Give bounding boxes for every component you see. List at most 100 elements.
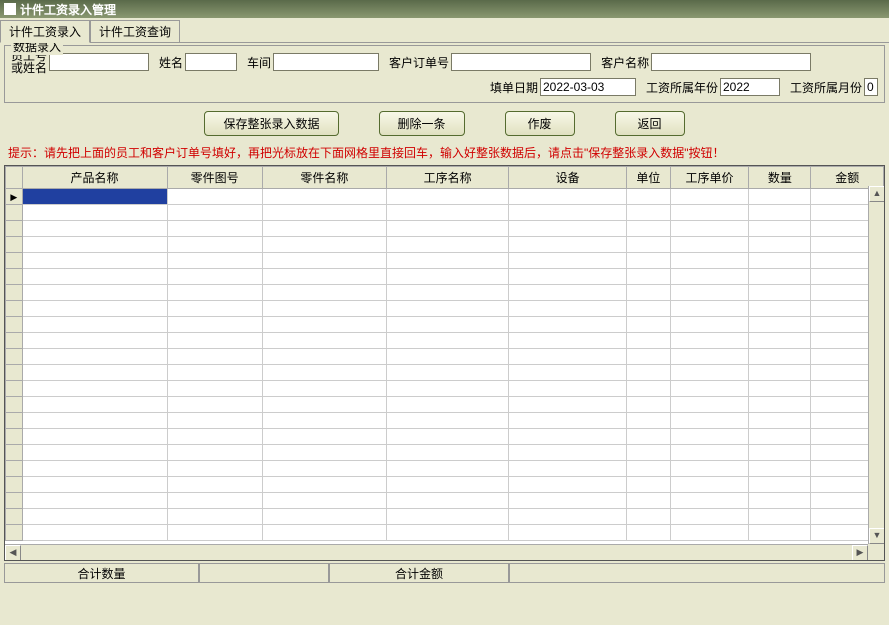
grid-cell[interactable] <box>670 493 749 509</box>
grid-cell[interactable] <box>627 253 670 269</box>
table-row[interactable] <box>6 445 884 461</box>
grid-cell[interactable] <box>22 221 167 237</box>
grid-cell[interactable] <box>749 397 811 413</box>
row-header[interactable] <box>6 205 23 221</box>
grid-cell[interactable] <box>627 269 670 285</box>
grid-cell[interactable] <box>262 301 386 317</box>
grid-cell[interactable] <box>627 461 670 477</box>
row-header[interactable] <box>6 493 23 509</box>
column-header[interactable]: 单位 <box>627 167 670 189</box>
grid-cell[interactable] <box>22 525 167 541</box>
grid-cell[interactable] <box>22 429 167 445</box>
grid-cell[interactable] <box>749 205 811 221</box>
grid-cell[interactable] <box>22 205 167 221</box>
grid-cell[interactable] <box>386 445 508 461</box>
grid-cell[interactable] <box>167 445 262 461</box>
grid-cell[interactable] <box>167 413 262 429</box>
column-header[interactable]: 工序单价 <box>670 167 749 189</box>
grid-cell[interactable] <box>509 429 627 445</box>
grid-cell[interactable] <box>262 381 386 397</box>
void-button[interactable]: 作废 <box>505 111 575 136</box>
table-row[interactable] <box>6 349 884 365</box>
grid-cell[interactable] <box>262 509 386 525</box>
grid-cell[interactable] <box>167 301 262 317</box>
row-header[interactable] <box>6 445 23 461</box>
scrollbar-vertical[interactable]: ▲ ▼ <box>868 186 884 544</box>
grid-cell[interactable] <box>509 349 627 365</box>
grid-cell[interactable] <box>749 525 811 541</box>
emp-input[interactable] <box>49 53 149 71</box>
grid-cell[interactable] <box>22 509 167 525</box>
grid-cell[interactable] <box>262 397 386 413</box>
grid-cell[interactable] <box>749 189 811 205</box>
column-header[interactable]: 零件名称 <box>262 167 386 189</box>
grid-cell[interactable] <box>167 205 262 221</box>
grid-cell[interactable] <box>262 317 386 333</box>
grid-cell[interactable] <box>167 333 262 349</box>
grid-cell[interactable] <box>749 285 811 301</box>
grid-cell[interactable] <box>509 461 627 477</box>
grid-cell[interactable] <box>262 365 386 381</box>
grid-cell[interactable] <box>386 493 508 509</box>
date-input[interactable] <box>540 78 636 96</box>
grid-cell[interactable] <box>670 301 749 317</box>
grid-cell[interactable] <box>167 317 262 333</box>
customer-input[interactable] <box>651 53 811 71</box>
grid-cell[interactable] <box>386 349 508 365</box>
grid-cell[interactable] <box>509 477 627 493</box>
grid-cell[interactable] <box>749 477 811 493</box>
grid-cell[interactable] <box>627 413 670 429</box>
grid-cell[interactable] <box>22 461 167 477</box>
scrollbar-horizontal[interactable]: ◀ ▶ <box>5 544 868 560</box>
scroll-left-icon[interactable]: ◀ <box>5 545 21 561</box>
row-header[interactable] <box>6 333 23 349</box>
grid-cell[interactable] <box>167 381 262 397</box>
grid-cell[interactable] <box>167 189 262 205</box>
grid-cell[interactable] <box>262 445 386 461</box>
row-header[interactable] <box>6 237 23 253</box>
grid-cell[interactable] <box>670 317 749 333</box>
grid-cell[interactable] <box>22 397 167 413</box>
grid-cell[interactable] <box>386 317 508 333</box>
grid-cell[interactable] <box>627 429 670 445</box>
grid-cell[interactable] <box>386 205 508 221</box>
grid-cell[interactable] <box>509 445 627 461</box>
grid-cell[interactable] <box>262 237 386 253</box>
grid-cell[interactable] <box>627 445 670 461</box>
column-header[interactable]: 零件图号 <box>167 167 262 189</box>
grid-cell[interactable] <box>749 317 811 333</box>
grid-cell[interactable] <box>749 253 811 269</box>
grid-cell[interactable] <box>509 509 627 525</box>
save-button[interactable]: 保存整张录入数据 <box>204 111 338 136</box>
grid-cell[interactable] <box>167 237 262 253</box>
grid-cell[interactable] <box>509 365 627 381</box>
grid-cell[interactable] <box>509 237 627 253</box>
grid-cell[interactable] <box>627 477 670 493</box>
grid-cell[interactable] <box>749 221 811 237</box>
grid-cell[interactable] <box>509 493 627 509</box>
grid-cell[interactable] <box>262 253 386 269</box>
grid-cell[interactable] <box>627 397 670 413</box>
table-row[interactable] <box>6 189 884 205</box>
grid-cell[interactable] <box>509 397 627 413</box>
grid-cell[interactable] <box>670 269 749 285</box>
row-header[interactable] <box>6 349 23 365</box>
grid-cell[interactable] <box>749 269 811 285</box>
grid-cell[interactable] <box>670 189 749 205</box>
grid-cell[interactable] <box>627 317 670 333</box>
grid-cell[interactable] <box>22 253 167 269</box>
grid-cell[interactable] <box>749 237 811 253</box>
grid-cell[interactable] <box>262 221 386 237</box>
grid-cell[interactable] <box>262 205 386 221</box>
grid-cell[interactable] <box>22 269 167 285</box>
tab-query[interactable]: 计件工资查询 <box>90 20 180 42</box>
table-row[interactable] <box>6 285 884 301</box>
grid-cell[interactable] <box>386 285 508 301</box>
scroll-down-icon[interactable]: ▼ <box>869 528 885 544</box>
year-input[interactable] <box>720 78 780 96</box>
row-header[interactable] <box>6 221 23 237</box>
grid-cell[interactable] <box>167 365 262 381</box>
grid-cell[interactable] <box>749 429 811 445</box>
grid-cell[interactable] <box>262 493 386 509</box>
grid-cell[interactable] <box>670 221 749 237</box>
